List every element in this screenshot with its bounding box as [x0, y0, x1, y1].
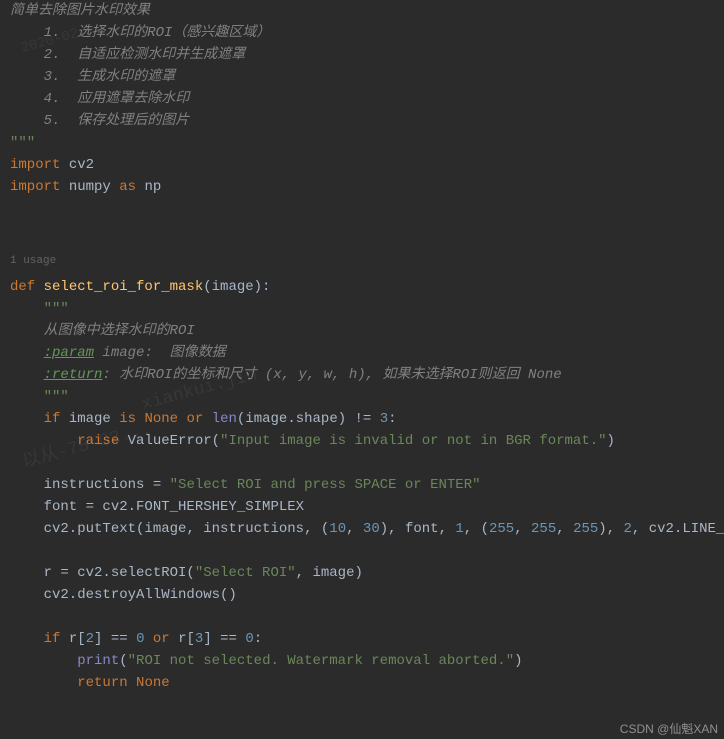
docstring-line: 从图像中选择水印的ROI — [10, 320, 714, 342]
blank-line — [10, 198, 714, 220]
usage-hint[interactable]: 1 usage — [10, 250, 714, 272]
raise-line: raise ValueError("Input image is invalid… — [10, 430, 714, 452]
footer-attribution: CSDN @仙魁XAN — [620, 720, 718, 737]
blank-line — [10, 220, 714, 242]
list-item: 5. 保存处理后的图片 — [10, 110, 714, 132]
blank-line — [10, 606, 714, 628]
docstring-param: :param image: 图像数据 — [10, 342, 714, 364]
assign-line: instructions = "Select ROI and press SPA… — [10, 474, 714, 496]
call-line: r = cv2.selectROI("Select ROI", image) — [10, 562, 714, 584]
blank-line — [10, 452, 714, 474]
docstring-start: """ — [10, 298, 714, 320]
docstring-return: :return: 水印ROI的坐标和尺寸 (x, y, w, h), 如果未选择… — [10, 364, 714, 386]
print-line: print("ROI not selected. Watermark remov… — [10, 650, 714, 672]
return-line: return None — [10, 672, 714, 694]
list-item: 1. 选择水印的ROI（感兴趣区域） — [10, 22, 714, 44]
call-line: cv2.putText(image, instructions, (10, 30… — [10, 518, 714, 540]
code-editor[interactable]: 简单去除图片水印效果 1. 选择水印的ROI（感兴趣区域） 2. 自适应检测水印… — [0, 0, 724, 694]
import-line: import cv2 — [10, 154, 714, 176]
assign-line: font = cv2.FONT_HERSHEY_SIMPLEX — [10, 496, 714, 518]
list-item: 3. 生成水印的遮罩 — [10, 66, 714, 88]
list-item: 2. 自适应检测水印并生成遮罩 — [10, 44, 714, 66]
docstring-end: """ — [10, 132, 714, 154]
if-line: if r[2] == 0 or r[3] == 0: — [10, 628, 714, 650]
docstring-end: """ — [10, 386, 714, 408]
blank-line — [10, 540, 714, 562]
call-line: cv2.destroyAllWindows() — [10, 584, 714, 606]
function-def: def select_roi_for_mask(image): — [10, 276, 714, 298]
comment-line: 简单去除图片水印效果 — [10, 0, 714, 22]
import-line: import numpy as np — [10, 176, 714, 198]
if-line: if image is None or len(image.shape) != … — [10, 408, 714, 430]
list-item: 4. 应用遮罩去除水印 — [10, 88, 714, 110]
